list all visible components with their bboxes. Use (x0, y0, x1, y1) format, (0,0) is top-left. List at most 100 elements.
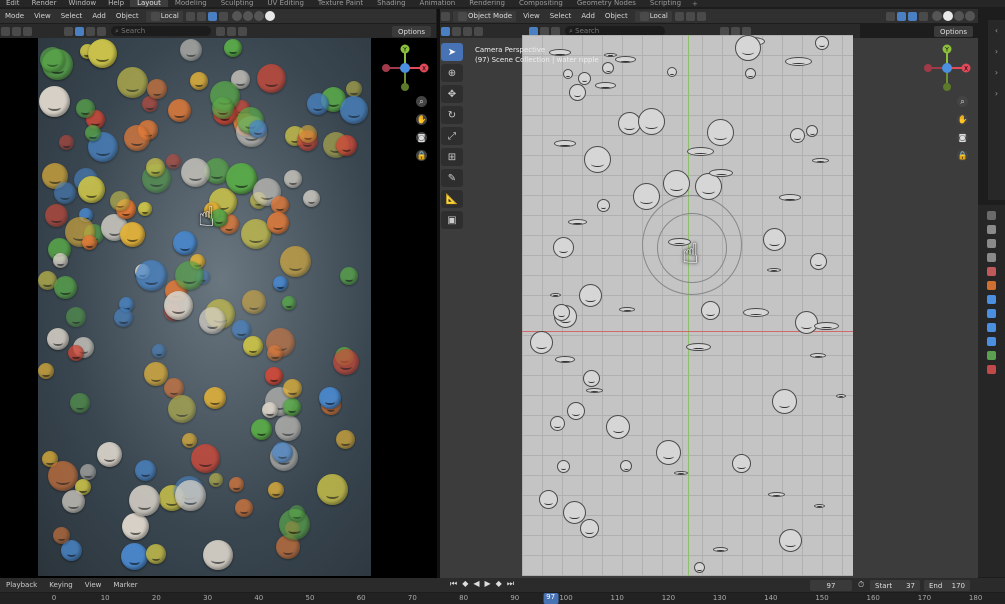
object-props-icon[interactable] (987, 281, 996, 290)
material-props-icon[interactable] (987, 365, 996, 374)
select-box-icon[interactable] (1, 26, 10, 36)
menu-help[interactable]: Help (102, 0, 130, 7)
next-keyframe-icon[interactable]: ◆ (496, 579, 502, 589)
pivot-icon[interactable] (674, 11, 684, 21)
gizmo-toggle-icon[interactable] (207, 11, 217, 21)
select-invert-icon[interactable] (474, 26, 483, 36)
scale-tool-icon[interactable]: ⤢ (441, 127, 463, 145)
zoom-icon[interactable]: ⌕ (416, 96, 427, 107)
right-options-button[interactable]: Options (934, 26, 974, 37)
select-subtract-icon[interactable] (23, 26, 32, 36)
lock-icon[interactable]: 🔒 (416, 150, 427, 161)
snap-icon[interactable] (685, 11, 695, 21)
left-options-button[interactable]: Options (392, 26, 432, 37)
right-menu-view[interactable]: View (518, 12, 545, 20)
particle-props-icon[interactable] (987, 309, 996, 318)
left-menu-select[interactable]: Select (56, 12, 88, 20)
overlay-toggle-icon[interactable] (908, 11, 917, 21)
rendered-shading-icon[interactable] (264, 11, 275, 21)
material-shading-icon[interactable] (253, 11, 264, 21)
left-mode-menu[interactable]: Mode (0, 12, 29, 20)
workspace-tab-uv-editing[interactable]: UV Editing (260, 0, 311, 7)
left-axis-gizmo[interactable]: Y X (380, 43, 430, 93)
left-menu-add[interactable]: Add (87, 12, 111, 20)
left-search-field[interactable]: ⌕ Search (111, 26, 211, 36)
workspace-tab-compositing[interactable]: Compositing (512, 0, 570, 7)
object-type-icon[interactable] (75, 26, 84, 36)
zoom-icon[interactable]: ⌕ (957, 96, 968, 107)
timeline-menu-keying[interactable]: Keying (43, 581, 79, 589)
object-mode-dropdown[interactable]: Object Mode (453, 10, 517, 22)
transform-tool-icon[interactable]: ⊞ (441, 148, 463, 166)
select-extend-icon[interactable] (12, 26, 21, 36)
play-icon[interactable]: ▶ (485, 579, 491, 589)
workspace-tab-sculpting[interactable]: Sculpting (214, 0, 261, 7)
workspace-tab-animation[interactable]: Animation (413, 0, 463, 7)
cursor-tool-icon[interactable]: ⊕ (441, 64, 463, 82)
end-frame-field[interactable]: End 170 (924, 580, 970, 591)
frame-ruler[interactable]: 0 10 20 30 40 50 60 70 80 90 100 110 120 130 140 150 160… (0, 593, 1005, 604)
rendered-shading-icon[interactable] (965, 11, 975, 21)
visibility-icon[interactable] (886, 11, 895, 21)
workspace-tab-modeling[interactable]: Modeling (168, 0, 214, 7)
filter-icon[interactable] (64, 26, 73, 36)
workspace-tab-rendering[interactable]: Rendering (462, 0, 512, 7)
right-menu-add[interactable]: Add (576, 12, 600, 20)
left-menu-object[interactable]: Object (111, 12, 144, 20)
wireframe-shading-icon[interactable] (231, 11, 242, 21)
expand-arrow-icon[interactable]: › (995, 68, 998, 77)
ruler-current-frame[interactable]: 97 (543, 593, 559, 604)
menu-render[interactable]: Render (26, 0, 63, 7)
shield-icon[interactable] (238, 26, 247, 36)
timeline-menu-playback[interactable]: Playback (0, 581, 43, 589)
lock-icon[interactable]: 🔒 (957, 150, 968, 161)
funnel-icon[interactable] (227, 26, 236, 36)
render-props-icon[interactable] (987, 225, 996, 234)
play-reverse-icon[interactable]: ◀ (473, 579, 479, 589)
prev-keyframe-icon[interactable]: ◆ (462, 579, 468, 589)
snap-icon[interactable] (185, 11, 195, 21)
output-props-icon[interactable] (987, 239, 996, 248)
render-preview[interactable]: ☝ (38, 38, 371, 576)
view-layer-props-icon[interactable] (987, 253, 996, 262)
jump-start-icon[interactable]: ⏮ (450, 579, 457, 589)
expand-arrow-icon[interactable]: › (995, 47, 998, 56)
camera-view-icon[interactable]: ◙ (957, 132, 968, 143)
right-menu-object[interactable]: Object (600, 12, 633, 20)
constraint-props-icon[interactable] (987, 337, 996, 346)
workspace-tab-texture-paint[interactable]: Texture Paint (311, 0, 370, 7)
select-extend-icon[interactable] (452, 26, 461, 36)
start-frame-field[interactable]: Start 37 (870, 580, 920, 591)
bookmark-icon[interactable] (216, 26, 225, 36)
select-subtract-icon[interactable] (463, 26, 472, 36)
menu-edit[interactable]: Edit (0, 0, 26, 7)
solid-shading-icon[interactable] (242, 11, 253, 21)
data-props-icon[interactable] (987, 351, 996, 360)
right-axis-gizmo[interactable]: Y X (922, 43, 972, 93)
menu-window[interactable]: Window (62, 0, 102, 7)
pan-hand-icon[interactable]: ✋ (416, 114, 427, 125)
rotate-tool-icon[interactable]: ↻ (441, 106, 463, 124)
select-box-icon[interactable] (441, 26, 450, 36)
proportional-edit-icon[interactable] (196, 11, 206, 21)
stopwatch-icon[interactable]: ⏱ (858, 580, 864, 590)
light-filter-icon[interactable] (97, 26, 106, 36)
editor-type-icon[interactable] (441, 11, 450, 21)
workspace-tab-shading[interactable]: Shading (370, 0, 412, 7)
physics-props-icon[interactable] (987, 323, 996, 332)
add-cube-tool-icon[interactable]: ▣ (441, 211, 463, 229)
move-tool-icon[interactable]: ✥ (441, 85, 463, 103)
left-transform-orientation[interactable]: Local (145, 10, 183, 22)
right-transform-orientation[interactable]: Local (634, 10, 672, 22)
proportional-edit-icon[interactable] (696, 11, 706, 21)
camera-view-icon[interactable]: ◙ (416, 132, 427, 143)
workspace-tab-geometry-nodes[interactable]: Geometry Nodes (570, 0, 643, 7)
jump-end-icon[interactable]: ⏭ (507, 579, 514, 589)
add-workspace-button[interactable]: + (688, 0, 702, 7)
current-frame-field[interactable]: 97 (810, 580, 852, 591)
left-menu-view[interactable]: View (29, 12, 56, 20)
xray-icon[interactable] (919, 11, 928, 21)
camera-frame-wireframe[interactable]: ☝ (522, 35, 853, 576)
workspace-tab-scripting[interactable]: Scripting (643, 0, 688, 7)
expand-arrow-icon[interactable]: › (995, 89, 998, 98)
